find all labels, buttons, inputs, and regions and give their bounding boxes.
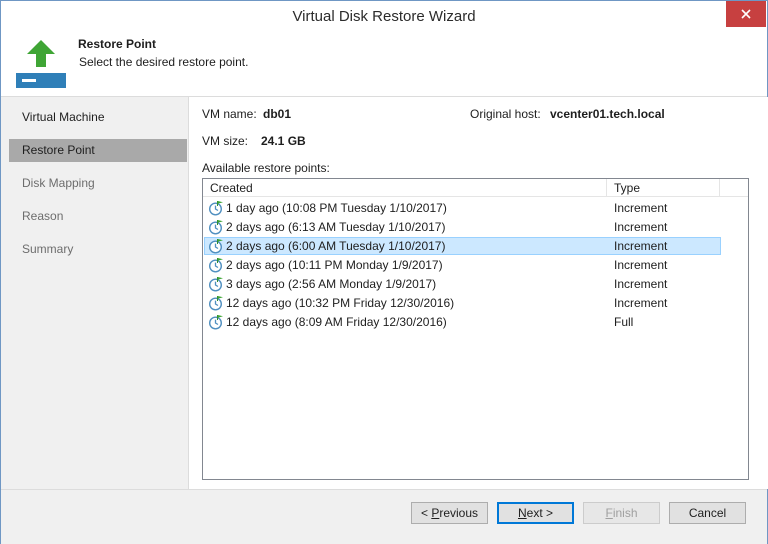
restore-point-created: 12 days ago (10:32 PM Friday 12/30/2016) bbox=[226, 296, 455, 310]
finish-label: inish bbox=[612, 506, 638, 520]
restore-point-type: Increment bbox=[614, 277, 668, 291]
restore-point-type: Increment bbox=[614, 201, 668, 215]
restore-point-type: Increment bbox=[614, 239, 668, 253]
next-button[interactable]: Next > bbox=[497, 502, 574, 524]
content-panel: VM name: db01 Original host: vcenter01.t… bbox=[188, 97, 768, 489]
step-summary: Summary bbox=[22, 242, 74, 256]
previous-label: revious bbox=[439, 506, 479, 520]
original-host-value: vcenter01.tech.local bbox=[550, 107, 665, 121]
wizard-steps: Virtual Machine Restore Point Disk Mappi… bbox=[9, 102, 187, 488]
restore-point-clock-icon bbox=[208, 238, 224, 254]
wizard-header: Restore Point Select the desired restore… bbox=[1, 31, 767, 97]
restore-arrow-icon bbox=[16, 40, 66, 88]
restore-point-created: 2 days ago (6:00 AM Tuesday 1/10/2017) bbox=[226, 239, 446, 253]
restore-point-clock-icon bbox=[208, 314, 224, 330]
restore-point-clock-icon bbox=[208, 295, 224, 311]
close-icon bbox=[741, 9, 751, 19]
restore-point-row[interactable]: 12 days ago (8:09 AM Friday 12/30/2016) F… bbox=[204, 313, 721, 331]
title-bar: Virtual Disk Restore Wizard bbox=[1, 1, 767, 31]
vm-size-value: 24.1 GB bbox=[261, 134, 306, 148]
restore-point-created: 12 days ago (8:09 AM Friday 12/30/2016) bbox=[226, 315, 447, 329]
restore-points-label: Available restore points: bbox=[202, 161, 330, 175]
restore-point-clock-icon bbox=[208, 276, 224, 292]
vm-name-label: VM name: bbox=[202, 107, 257, 121]
close-button[interactable] bbox=[726, 1, 766, 27]
restore-point-type: Increment bbox=[614, 258, 668, 272]
column-header-type[interactable]: Type bbox=[607, 179, 720, 197]
list-header: Created Type bbox=[203, 179, 748, 198]
previous-prefix: < bbox=[420, 506, 432, 520]
finish-button: Finish bbox=[583, 502, 660, 524]
step-disk-mapping: Disk Mapping bbox=[22, 176, 95, 190]
restore-point-created: 2 days ago (6:13 AM Tuesday 1/10/2017) bbox=[226, 220, 446, 234]
restore-point-row[interactable]: 12 days ago (10:32 PM Friday 12/30/2016)… bbox=[204, 294, 721, 312]
header-title: Restore Point bbox=[78, 37, 157, 51]
restore-points-list[interactable]: Created Type 1 day ago (10:08 PM Tuesday… bbox=[202, 178, 749, 480]
vm-size-label: VM size: bbox=[202, 134, 249, 148]
step-virtual-machine[interactable]: Virtual Machine bbox=[9, 106, 187, 129]
restore-point-created: 3 days ago (2:56 AM Monday 1/9/2017) bbox=[226, 277, 437, 291]
restore-point-clock-icon bbox=[208, 200, 224, 216]
restore-point-row[interactable]: 2 days ago (6:13 AM Tuesday 1/10/2017) In… bbox=[204, 218, 721, 236]
wizard-window: Virtual Disk Restore Wizard Restore Poin… bbox=[0, 0, 768, 544]
step-restore-point[interactable]: Restore Point bbox=[9, 139, 187, 162]
restore-point-created: 2 days ago (10:11 PM Monday 1/9/2017) bbox=[226, 258, 443, 272]
header-subtitle: Select the desired restore point. bbox=[79, 55, 249, 69]
column-header-created[interactable]: Created bbox=[203, 179, 607, 197]
original-host-label: Original host: bbox=[470, 107, 541, 121]
restore-point-row[interactable]: 2 days ago (6:00 AM Tuesday 1/10/2017) In… bbox=[204, 237, 721, 255]
restore-point-clock-icon bbox=[208, 257, 224, 273]
restore-point-row[interactable]: 2 days ago (10:11 PM Monday 1/9/2017) Inc… bbox=[204, 256, 721, 274]
restore-point-row[interactable]: 1 day ago (10:08 PM Tuesday 1/10/2017) In… bbox=[204, 199, 721, 217]
cancel-button[interactable]: Cancel bbox=[669, 502, 746, 524]
restore-point-type: Increment bbox=[614, 220, 668, 234]
restore-point-created: 1 day ago (10:08 PM Tuesday 1/10/2017) bbox=[226, 201, 447, 215]
step-reason: Reason bbox=[22, 209, 64, 223]
next-access-key: N bbox=[517, 506, 527, 520]
next-label: ext > bbox=[526, 506, 554, 520]
restore-point-clock-icon bbox=[208, 219, 224, 235]
wizard-footer: < Previous Next > Finish Cancel bbox=[1, 489, 767, 544]
window-title: Virtual Disk Restore Wizard bbox=[292, 8, 476, 25]
restore-point-row[interactable]: 3 days ago (2:56 AM Monday 1/9/2017) Incr… bbox=[204, 275, 721, 293]
restore-point-type: Full bbox=[614, 315, 634, 329]
vm-name-value: db01 bbox=[263, 107, 292, 121]
restore-point-type: Increment bbox=[614, 296, 668, 310]
column-header-filler bbox=[720, 179, 748, 197]
finish-access-key: F bbox=[605, 506, 613, 520]
previous-button[interactable]: < Previous bbox=[411, 502, 488, 524]
